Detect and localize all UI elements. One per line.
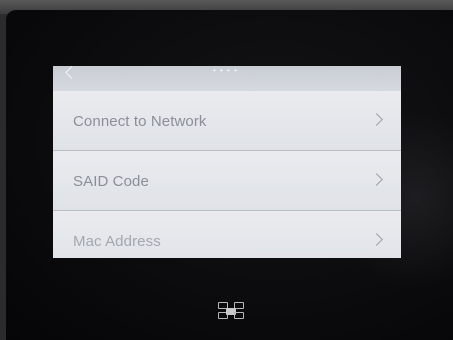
menu-item-label: Mac Address bbox=[73, 233, 161, 250]
chevron-right-icon bbox=[370, 113, 383, 126]
menu-item-said-code[interactable]: SAID Code bbox=[53, 151, 401, 211]
menu-item-connect-to-network[interactable]: Connect to Network bbox=[53, 91, 401, 151]
touch-screen: • • • • Connect to Network SAID Code Mac… bbox=[53, 66, 401, 258]
title-bar: • • • • bbox=[53, 66, 401, 91]
menu-item-label: Connect to Network bbox=[73, 113, 207, 130]
chevron-right-icon bbox=[370, 233, 383, 246]
back-chevron-icon[interactable] bbox=[65, 66, 78, 79]
device-logo-icon bbox=[218, 302, 252, 324]
title-text-fragment: • • • • bbox=[213, 66, 238, 75]
menu-item-mac-address[interactable]: Mac Address bbox=[53, 211, 401, 258]
menu-item-label: SAID Code bbox=[73, 173, 149, 190]
chevron-right-icon bbox=[370, 173, 383, 186]
